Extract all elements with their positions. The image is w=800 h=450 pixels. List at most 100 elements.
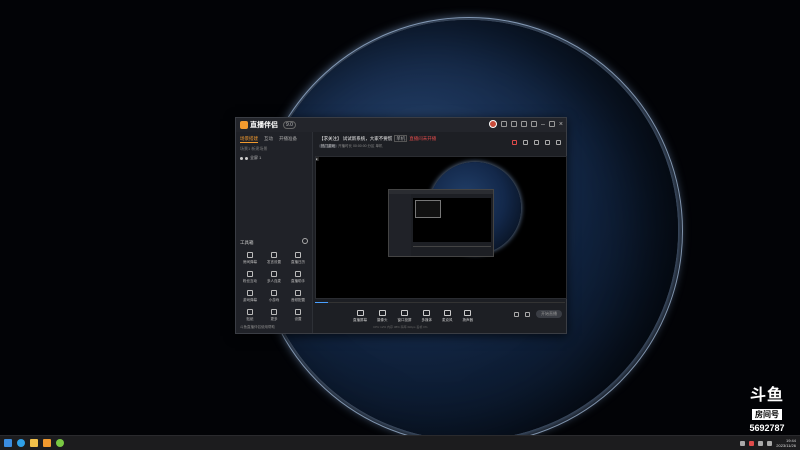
message-icon[interactable] [501, 121, 507, 127]
shirt-icon[interactable] [511, 121, 517, 127]
room-sub-tag[interactable]: 热门游戏 [319, 144, 337, 148]
control-label: 摄像头 [377, 318, 388, 322]
gift-icon[interactable] [534, 140, 539, 145]
start-stream-button[interactable]: 开始直播 [536, 310, 562, 318]
room-title: 【求关注】 试试新系统，大家不要慌 [319, 136, 393, 141]
tool-label: 房间弹幕 [243, 260, 257, 264]
tray-app-icon[interactable] [749, 440, 755, 446]
tool-label: 更多 [270, 317, 278, 321]
calendar-icon [295, 252, 301, 258]
tool-item[interactable]: 房间弹幕 [238, 252, 262, 265]
lock-icon[interactable] [523, 140, 528, 145]
tool-item[interactable]: 小游戏 [262, 290, 286, 303]
eye-icon[interactable] [240, 156, 243, 160]
tab-interact[interactable]: 互动 [264, 136, 273, 143]
control-label: 直播屏幕 [353, 318, 367, 322]
game-danmaku-icon [247, 290, 253, 296]
tool-item[interactable]: 发言设置 [262, 252, 286, 265]
control-window[interactable]: 窗口投屏 [398, 310, 412, 323]
sticker-icon [247, 309, 253, 315]
tool-item[interactable]: 粉丝互动 [238, 271, 262, 284]
scene-selector[interactable]: 场景1 新建场景 [236, 145, 312, 153]
tool-item[interactable]: 贴纸 [238, 309, 262, 322]
tool-label: 直播日历 [291, 260, 305, 264]
speech-icon [271, 252, 277, 258]
tool-label: 游戏弹幕 [243, 298, 257, 302]
control-screen[interactable]: 直播屏幕 [353, 310, 367, 323]
tool-item[interactable]: 多人连麦 [262, 271, 286, 284]
nested-app-window [388, 189, 494, 257]
network-icon[interactable] [758, 440, 764, 446]
tool-item[interactable]: 游戏弹幕 [238, 290, 262, 303]
stream-preview[interactable]: ▣ [315, 156, 567, 299]
streaming-app-window[interactable]: 直播伴侣 9.0 – × 场景搭建 互动 开播准备 场景1 新建场景 全屏 1 … [235, 117, 567, 334]
status-bar: CPU 12% 内存 38% 码率 0kbps 丢帧 0% [373, 325, 428, 329]
app-icon[interactable] [56, 439, 64, 447]
settings-icon[interactable] [521, 121, 527, 127]
tool-label: 发言设置 [267, 260, 281, 264]
tool-item[interactable]: 直播助手 [286, 271, 310, 284]
scene-item[interactable]: 全屏 1 [236, 153, 312, 163]
extra-controls [514, 312, 530, 317]
speaker-icon [464, 310, 472, 316]
douyu-logo: 斗鱼 [749, 387, 784, 404]
chat-icon[interactable] [545, 140, 550, 145]
control-speaker[interactable]: 扬声器 [463, 310, 473, 323]
progress-fill [315, 302, 328, 303]
version-badge[interactable]: 9.0 [283, 121, 296, 129]
logo-icon [240, 121, 248, 129]
app-name: 直播伴侣 [250, 122, 278, 129]
windows-start-icon[interactable] [4, 439, 12, 447]
nested-sidebar [389, 194, 411, 256]
close-icon[interactable]: × [559, 121, 563, 128]
tool-item[interactable]: 音频配置 [286, 290, 310, 303]
control-media[interactable]: 多媒体 [422, 310, 432, 323]
tool-label: 设置 [294, 317, 302, 321]
minimize-icon[interactable]: – [541, 121, 545, 128]
control-label: 窗口投屏 [397, 318, 412, 322]
multi-mic-icon [271, 271, 277, 277]
tab-prepare[interactable]: 开播准备 [279, 136, 297, 143]
nested-controls [413, 246, 491, 250]
room-number: 5692787 [749, 423, 785, 433]
main-panel: 【求关注】 试试新系统，大家不要慌 单机 直播间未开播 热门游戏 开播时长 00:0… [313, 132, 567, 333]
settings-icon [295, 309, 301, 315]
clock[interactable]: 19:44 2023/11/26 [776, 438, 796, 448]
share-icon[interactable] [556, 140, 561, 145]
browser-icon[interactable] [17, 439, 25, 447]
titlebar[interactable]: 直播伴侣 9.0 – × [236, 118, 566, 132]
sidebar-tabs: 场景搭建 互动 开播准备 [236, 132, 312, 145]
volume-icon[interactable] [767, 440, 773, 446]
record-icon[interactable] [512, 140, 517, 145]
taskbar-apps [4, 439, 64, 447]
room-category[interactable]: 单机 [394, 135, 408, 142]
tool-label: 粉丝互动 [243, 279, 257, 283]
control-mic[interactable]: 麦克风 [442, 310, 453, 323]
tool-item[interactable]: 直播日历 [286, 252, 310, 265]
tools-settings-icon[interactable] [302, 238, 308, 244]
minigame-icon [271, 290, 277, 296]
menu-icon[interactable] [531, 121, 537, 127]
tool-item[interactable]: 设置 [286, 309, 310, 322]
settings-icon[interactable] [525, 312, 530, 317]
control-camera[interactable]: 摄像头 [377, 310, 388, 323]
tab-scene[interactable]: 场景搭建 [240, 136, 258, 143]
lock-icon[interactable] [245, 156, 248, 160]
media-icon [423, 310, 431, 316]
chevron-up-icon[interactable] [740, 440, 746, 446]
douyu-app-icon[interactable] [43, 439, 51, 447]
date: 2023/11/26 [776, 443, 796, 448]
tool-label: 贴纸 [246, 317, 254, 321]
tools-grid: 房间弹幕 发言设置 直播日历 粉丝互动 多人连麦 直播助手 游戏弹幕 小游戏 音… [238, 252, 310, 322]
tool-label: 小游戏 [268, 298, 280, 302]
help-link[interactable]: 斗鱼直播伴侣使用帮助 [240, 325, 275, 330]
avatar[interactable] [489, 120, 497, 128]
tool-item[interactable]: 更多 [262, 309, 286, 322]
assistant-icon [295, 271, 301, 277]
tools-header: 工具箱 [240, 240, 254, 245]
folder-icon[interactable] [30, 439, 38, 447]
mic-icon [443, 310, 451, 316]
record-icon[interactable] [514, 312, 519, 317]
maximize-icon[interactable] [548, 121, 555, 127]
progress-bar[interactable] [315, 302, 565, 303]
